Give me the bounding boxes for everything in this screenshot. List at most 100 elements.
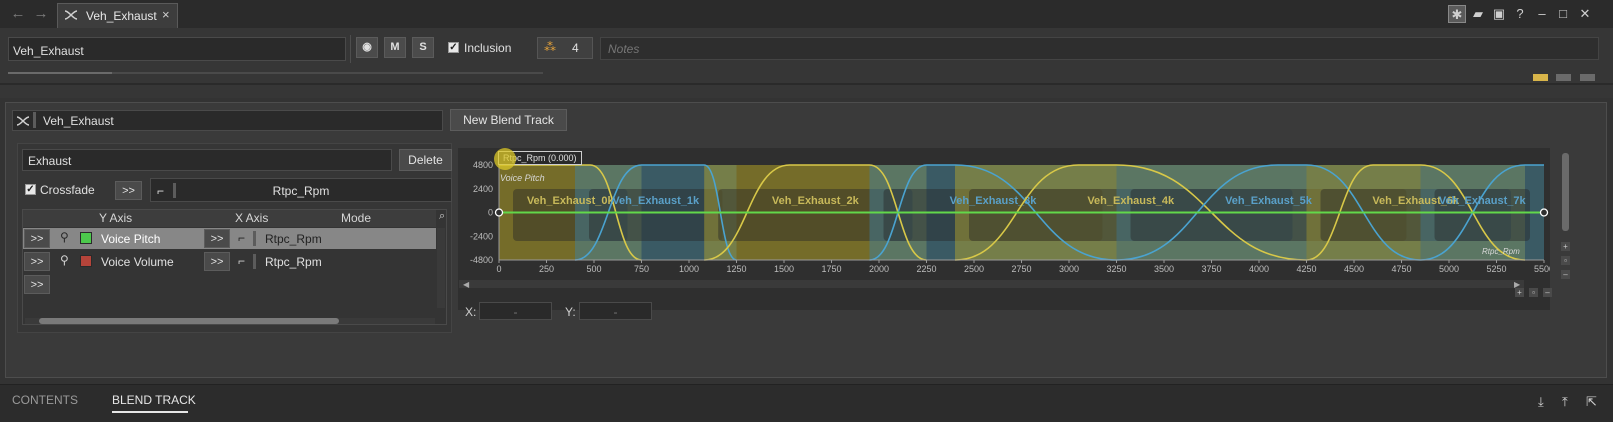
rtpc-icon: ⌐ <box>238 231 246 245</box>
x-tick-label: 3500 <box>1154 264 1174 274</box>
zoom-fit-icon[interactable]: ▫ <box>1561 256 1570 265</box>
blend-child-label: Veh_Exhaust_4k <box>1087 195 1175 207</box>
save-icon[interactable]: ▣ <box>1490 5 1508 23</box>
dock-top-icon[interactable]: ⤒ <box>1562 394 1568 410</box>
color-swatch[interactable] <box>80 232 92 244</box>
y-readout-field[interactable]: - <box>579 302 652 320</box>
scroll-thumb[interactable] <box>1562 153 1569 231</box>
col-y-axis[interactable]: Y Axis <box>99 211 132 225</box>
scroll-thumb[interactable] <box>39 318 339 324</box>
splitter[interactable] <box>0 83 1613 85</box>
container-name-field[interactable]: Veh_Exhaust <box>12 110 443 131</box>
x-tick-label: 1000 <box>679 264 699 274</box>
layout-icon-2[interactable] <box>1556 74 1571 81</box>
blend-graph[interactable]: Veh_Exhaust_0k Veh_Exhaust_1k Veh_Exhaust_… <box>458 148 1550 310</box>
notes-field[interactable]: Notes <box>600 37 1599 60</box>
references-button[interactable]: ⁂ 4 <box>537 37 593 59</box>
back-arrow-icon[interactable]: ← <box>8 4 28 24</box>
delete-button[interactable]: Delete <box>399 149 452 171</box>
field-divider <box>253 254 256 269</box>
bottom-tab-bar <box>0 384 1613 422</box>
blend-graph-svg[interactable]: Veh_Exhaust_0kVeh_Exhaust_1k Veh_Exhaust_… <box>458 148 1550 310</box>
active-tab-underline <box>112 411 188 413</box>
grid-header <box>23 210 436 227</box>
x-tick-label: 4750 <box>1391 264 1411 274</box>
color-palette-icon[interactable]: ◉ <box>356 37 378 58</box>
x-tick-label: 2000 <box>869 264 889 274</box>
col-mode[interactable]: Mode <box>341 211 371 225</box>
blend-container-icon <box>64 10 78 20</box>
dock-bottom-icon[interactable]: ⤓ <box>1538 394 1544 410</box>
h-zoom-fit-icon[interactable]: ▫ <box>1529 288 1538 297</box>
h-zoom-in-icon[interactable]: + <box>1515 288 1524 297</box>
tab-blend-track[interactable]: BLEND TRACK <box>112 393 196 407</box>
x-tick-label: 3000 <box>1059 264 1079 274</box>
x-tick-label: 0 <box>496 264 501 274</box>
graph-vertical-scrollbar[interactable] <box>1561 150 1570 236</box>
help-icon[interactable]: ? <box>1511 5 1529 23</box>
close-window-icon[interactable]: ✕ <box>1576 5 1594 23</box>
curve-label: Voice Pitch <box>500 173 545 183</box>
tab-contents[interactable]: CONTENTS <box>12 393 78 407</box>
crossfade-label: Crossfade <box>40 183 95 197</box>
x-tick-label: 3750 <box>1201 264 1221 274</box>
close-tab-icon[interactable]: × <box>162 7 170 22</box>
color-swatch[interactable] <box>80 255 92 267</box>
new-blend-track-button[interactable]: New Blend Track <box>450 109 567 131</box>
crossfade-checkbox[interactable]: ✓ <box>25 184 36 195</box>
object-name-field[interactable]: Veh_Exhaust <box>8 37 346 61</box>
x-tick-label: 750 <box>634 264 649 274</box>
layout-icon-3[interactable] <box>1580 74 1595 81</box>
x-readout-field[interactable]: - <box>479 302 552 320</box>
field-divider <box>33 112 36 128</box>
maximize-icon[interactable]: □ <box>1554 5 1572 23</box>
crossfade-expand-button[interactable]: >> <box>115 181 142 200</box>
y-tick-label: 4800 <box>473 160 493 170</box>
folder-icon[interactable]: ▰ <box>1469 5 1487 23</box>
x-axis-expand-button[interactable]: >> <box>204 252 230 271</box>
inclusion-checkbox[interactable]: ✓ <box>448 42 459 53</box>
y-tick-label: 2400 <box>473 184 493 194</box>
solo-button[interactable]: S <box>412 37 434 58</box>
x-readout-label: X: <box>465 305 477 319</box>
zoom-out-icon[interactable]: – <box>1561 270 1570 279</box>
x-axis-expand-button[interactable]: >> <box>204 229 230 248</box>
row-expand-button[interactable]: >> <box>24 275 50 294</box>
x-tick-label: 5250 <box>1486 264 1506 274</box>
row-expand-button[interactable]: >> <box>24 229 50 248</box>
track-name-field[interactable]: Exhaust <box>22 149 392 171</box>
minimize-icon[interactable]: – <box>1533 5 1551 23</box>
rtpc-axis-label: Rtpc_Rpm <box>1482 247 1520 256</box>
pin-icon[interactable]: ⚲ <box>60 230 69 244</box>
y-axis-name: Voice Pitch <box>101 232 161 246</box>
search-icon[interactable]: ⌕ <box>439 210 445 223</box>
col-x-axis[interactable]: X Axis <box>235 211 268 225</box>
tab-veh-exhaust[interactable]: Veh_Exhaust × <box>57 3 178 28</box>
tab-title: Veh_Exhaust <box>86 9 157 23</box>
forward-arrow-icon[interactable]: → <box>31 4 51 24</box>
h-zoom-out-icon[interactable]: – <box>1543 288 1552 297</box>
rtpc-field[interactable]: ⌐ Rtpc_Rpm <box>150 178 452 202</box>
grid-horizontal-scrollbar[interactable] <box>25 318 435 324</box>
x-tick-label: 5000 <box>1439 264 1459 274</box>
layout-icon[interactable] <box>1533 74 1548 81</box>
pop-out-icon[interactable]: ⇱ <box>1586 394 1597 410</box>
rtpc-name: Rtpc_Rpm <box>272 184 330 198</box>
y-tick-label: -4800 <box>470 255 493 265</box>
x-tick-label: 3250 <box>1106 264 1126 274</box>
cursor-handle[interactable] <box>494 148 516 170</box>
x-tick-label: 4000 <box>1249 264 1269 274</box>
x-tick-label: 1500 <box>774 264 794 274</box>
row-expand-button[interactable]: >> <box>24 252 50 271</box>
pin-icon[interactable]: ✱ <box>1448 5 1466 23</box>
pin-icon[interactable]: ⚲ <box>60 253 69 267</box>
header-scroll-thumb[interactable] <box>8 72 112 74</box>
rtpc-icon: ⌐ <box>238 254 246 268</box>
grid-vertical-scrollbar[interactable] <box>437 228 445 308</box>
zoom-in-icon[interactable]: + <box>1561 242 1570 251</box>
references-icon: ⁂ <box>544 40 556 54</box>
graph-horizontal-scrollbar <box>459 280 1524 288</box>
inclusion-label: Inclusion <box>464 41 512 55</box>
y-axis-name: Voice Volume <box>101 255 174 269</box>
mute-button[interactable]: M <box>384 37 406 58</box>
